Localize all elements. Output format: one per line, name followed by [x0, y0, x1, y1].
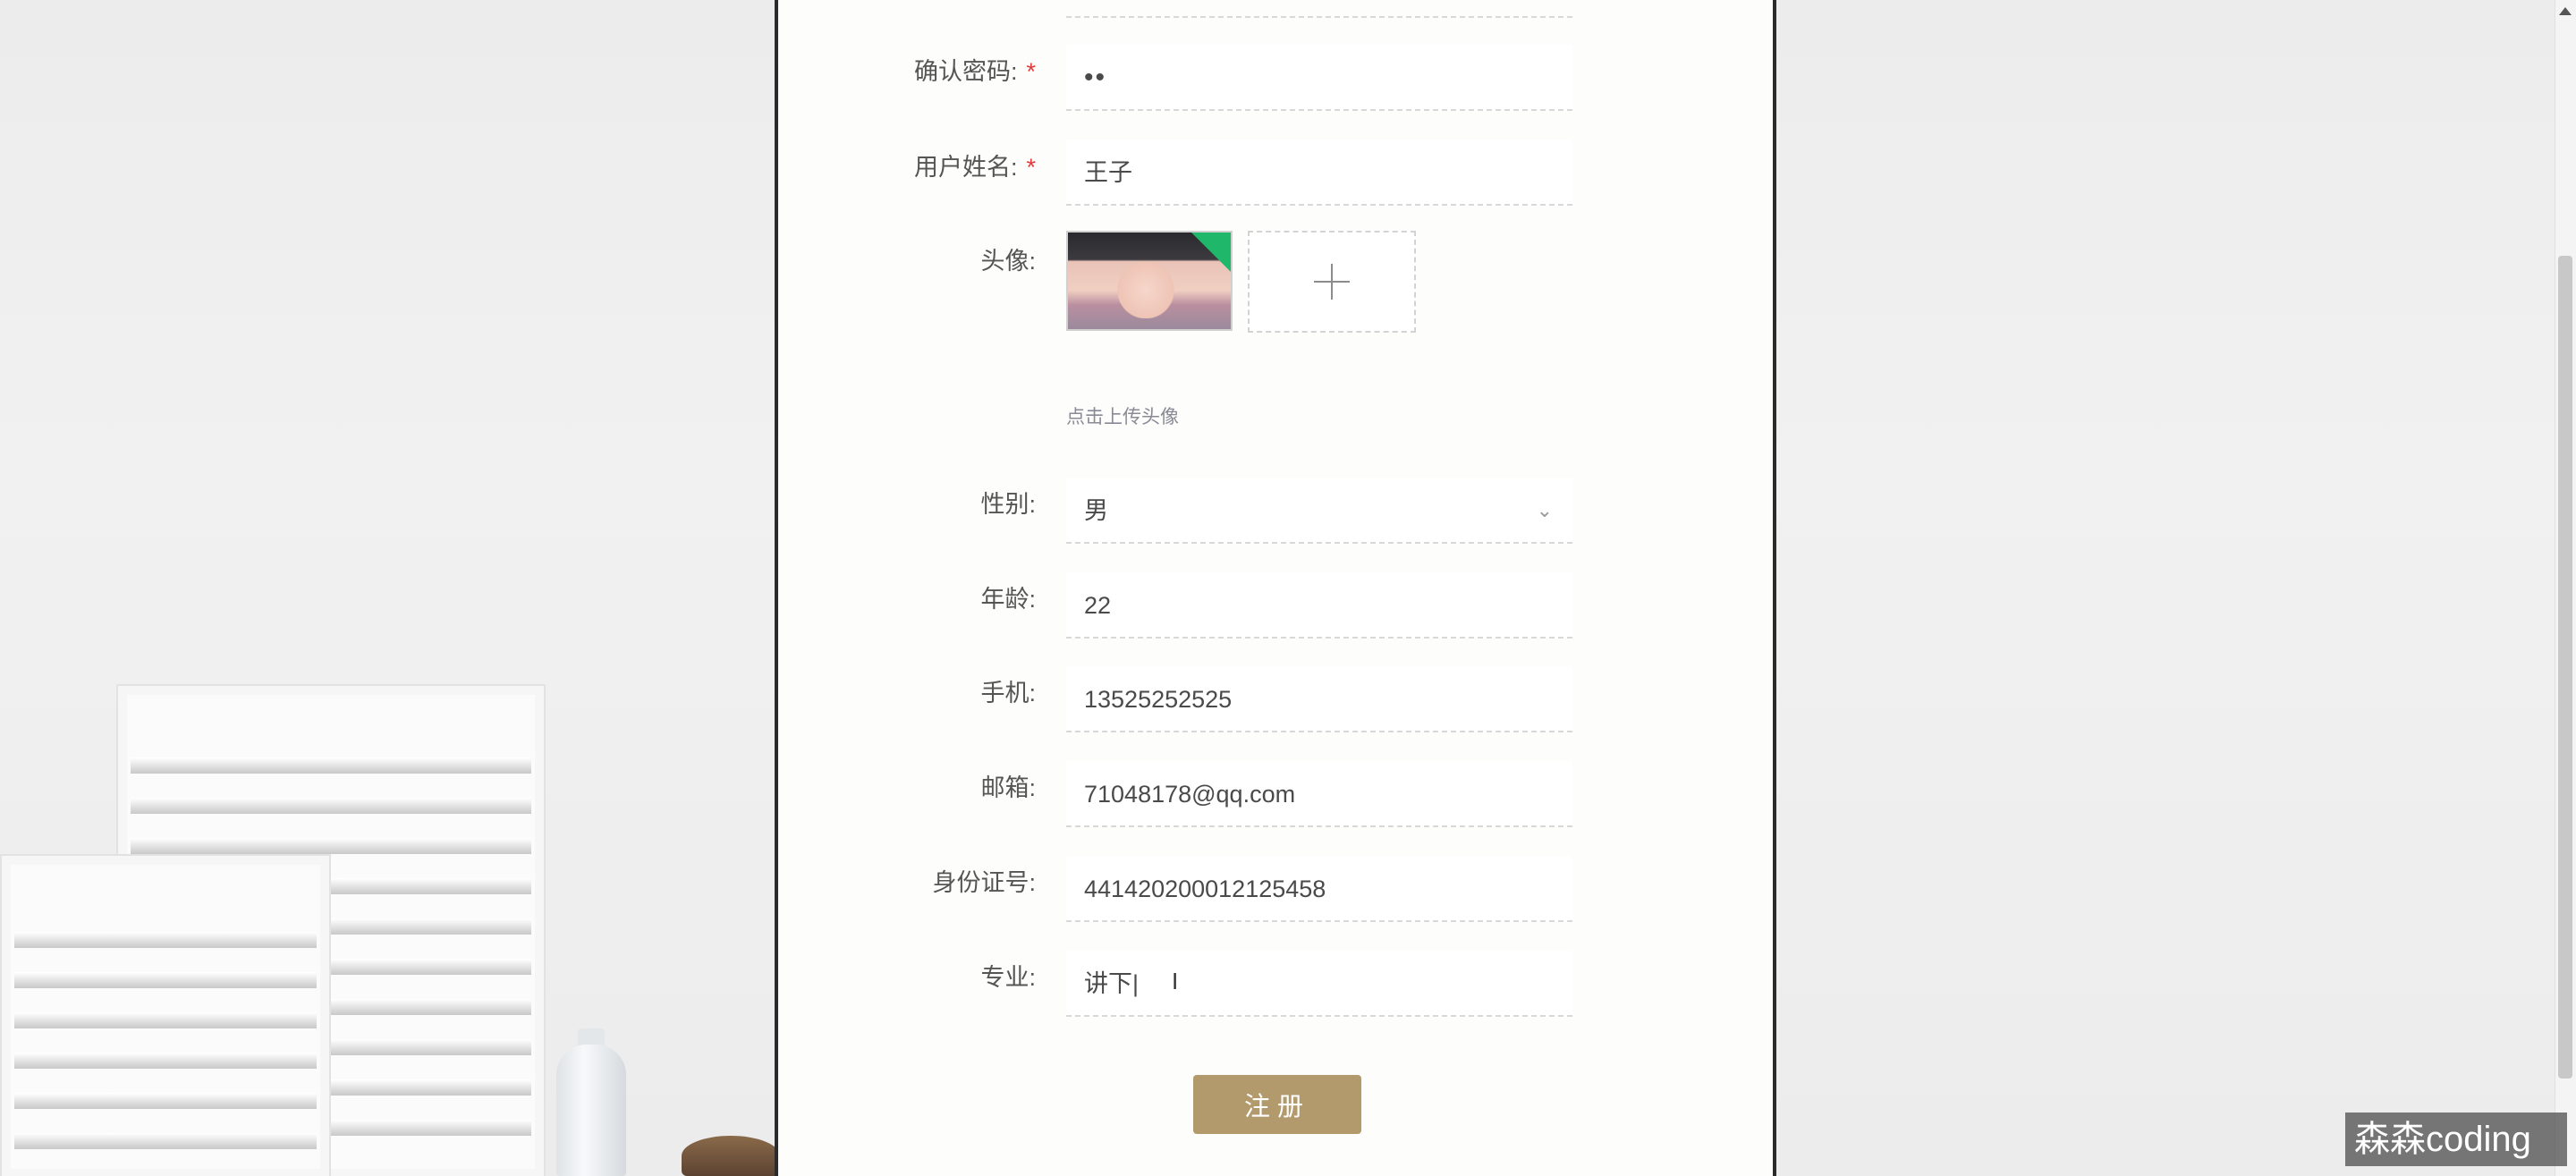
decor-bottle — [556, 1045, 626, 1176]
register-button[interactable]: 注册 — [1193, 1075, 1361, 1134]
age-label: 年龄: — [980, 586, 1036, 613]
text-cursor-icon: I — [1172, 968, 1179, 994]
page-background: 确认密码: * •• 用户姓名: * 王子 头像: 点击上传头像 性别: 男 ⌄ 年… — [0, 0, 2576, 1176]
avatar-upload-button[interactable] — [1248, 231, 1416, 333]
upload-success-badge — [1191, 233, 1231, 272]
phone-field[interactable]: 13525252525 — [1066, 666, 1572, 732]
avatar-upload-hint: 点击上传头像 — [1066, 407, 1179, 427]
confirm-password-value: •• — [1084, 63, 1107, 92]
real-name-field[interactable]: 王子 — [1066, 140, 1572, 206]
prev-field-bottom-border — [1066, 16, 1572, 18]
gender-label: 性别: — [980, 491, 1036, 518]
watermark: 森森coding — [2345, 1113, 2567, 1166]
phone-label: 手机: — [980, 680, 1036, 706]
email-value: 71048178@qq.com — [1084, 781, 1296, 808]
confirm-password-field[interactable]: •• — [1066, 45, 1572, 111]
scroll-up-arrow-icon[interactable] — [2559, 7, 2572, 15]
major-field[interactable]: 讲下| — [1066, 951, 1572, 1017]
age-field[interactable]: 22 — [1066, 572, 1572, 639]
id-number-label: 身份证号: — [932, 869, 1036, 896]
chevron-down-icon: ⌄ — [1536, 499, 1553, 521]
decor-basket — [682, 1136, 780, 1176]
real-name-value: 王子 — [1084, 159, 1132, 186]
gender-value: 男 — [1084, 497, 1108, 524]
avatar-thumbnail[interactable] — [1066, 231, 1233, 331]
scrollbar-thumb[interactable] — [2558, 256, 2572, 1079]
confirm-password-label: 确认密码: * — [913, 58, 1036, 85]
gender-select[interactable]: 男 ⌄ — [1066, 478, 1572, 544]
major-label: 专业: — [980, 964, 1036, 991]
decor-shutter-front — [0, 854, 331, 1176]
plus-icon — [1314, 264, 1350, 300]
email-field[interactable]: 71048178@qq.com — [1066, 761, 1572, 827]
phone-value: 13525252525 — [1084, 686, 1233, 713]
age-value: 22 — [1084, 592, 1112, 619]
avatar-label: 头像: — [980, 248, 1036, 275]
id-number-value: 441420200012125458 — [1084, 876, 1326, 902]
real-name-label: 用户姓名: * — [913, 154, 1036, 181]
major-value: 讲下| — [1084, 970, 1140, 997]
id-number-field[interactable]: 441420200012125458 — [1066, 856, 1572, 922]
email-label: 邮箱: — [980, 774, 1036, 801]
